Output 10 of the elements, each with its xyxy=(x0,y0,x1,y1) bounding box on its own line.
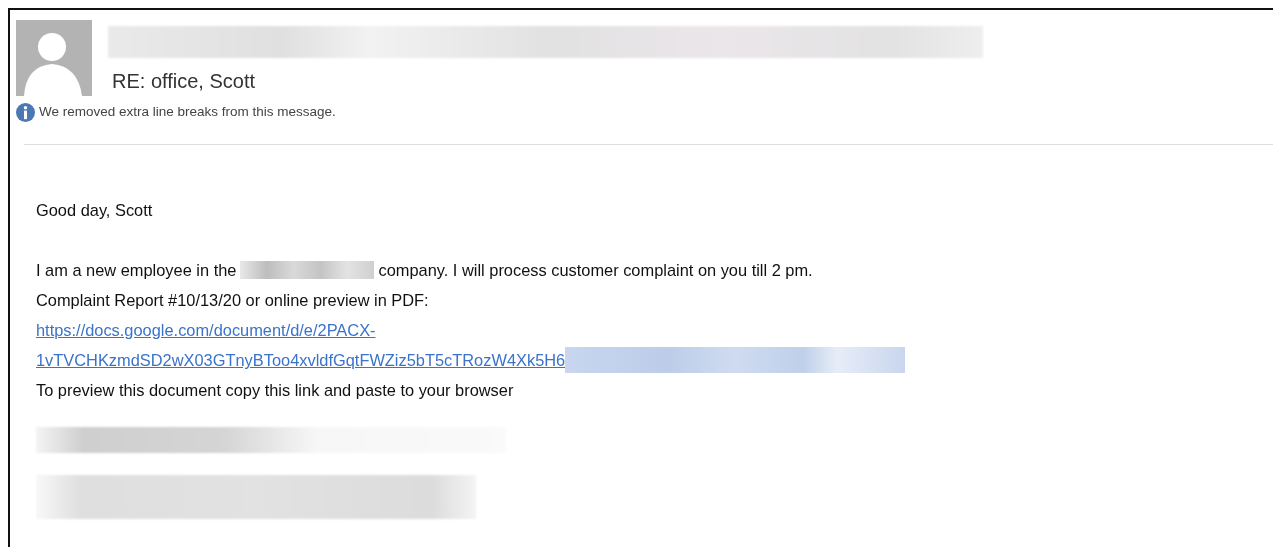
body-text: company. I will process customer complaint on you till 2 pm. xyxy=(378,261,813,280)
info-icon xyxy=(16,102,35,122)
document-link[interactable]: 1vTVCHKzmdSD2wX03GTnyBToo4xvldfGqtFWZiz5bT5cTRozW4Xk5H6 xyxy=(36,351,566,370)
body-text: I am a new employee in the xyxy=(36,261,237,280)
body-text: Complaint Report #10/13/20 or online preview in PDF: xyxy=(36,291,429,310)
body-text: To preview this document copy this link and paste to your browser xyxy=(36,381,514,400)
document-link[interactable]: https://docs.google.com/document/d/e/2PACX- xyxy=(36,321,376,340)
greeting-text: Good day, Scott xyxy=(36,200,154,222)
info-message: We removed extra line breaks from this message. xyxy=(39,103,336,121)
message-subject: RE: office, Scott xyxy=(112,69,257,94)
